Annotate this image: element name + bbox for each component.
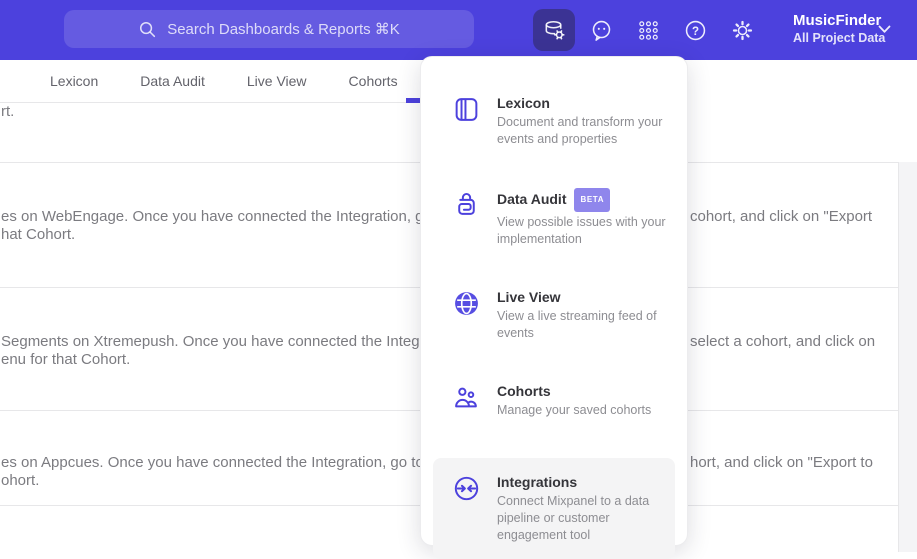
data-management-dropdown-menu: Lexicon Document and transform your even…	[420, 56, 688, 559]
feedback-smiley-icon	[592, 20, 610, 41]
globe-icon	[453, 288, 481, 342]
menu-item-lexicon[interactable]: Lexicon Document and transform your even…	[433, 79, 675, 163]
project-name: MusicFinder	[793, 12, 882, 29]
feedback-button[interactable]	[580, 9, 622, 51]
menu-item-data-audit[interactable]: Data Audit BETA View possible issues with…	[433, 173, 675, 263]
settings-gear-icon	[732, 20, 752, 40]
menu-item-title: Lexicon	[497, 95, 550, 111]
tab-live-view[interactable]: Live View	[247, 73, 307, 89]
menu-item-title: Cohorts	[497, 383, 551, 399]
menu-item-integrations[interactable]: Integrations Connect Mixpanel to a data …	[433, 458, 675, 559]
svg-text:?: ?	[691, 25, 698, 37]
menu-item-description: View a live streaming feed of events	[497, 309, 657, 340]
menu-item-live-view[interactable]: Live View View a live streaming feed of …	[433, 273, 675, 357]
apps-grid-icon	[638, 20, 658, 40]
menu-item-description: Manage your saved cohorts	[497, 403, 652, 417]
project-switcher[interactable]: MusicFinder All Project Data	[793, 11, 885, 47]
tab-lexicon[interactable]: Lexicon	[50, 73, 98, 89]
row-text-xtremepush-line2: enu for that Cohort.	[1, 351, 131, 368]
row-text-webengage-line2: hat Cohort.	[1, 226, 76, 243]
top-navigation-bar: Search Dashboards & Reports ⌘K ? MusicFi…	[0, 0, 917, 60]
data-management-icon	[545, 20, 565, 39]
tab-data-audit[interactable]: Data Audit	[140, 73, 205, 89]
data-management-button[interactable]	[533, 9, 575, 51]
search-placeholder: Search Dashboards & Reports ⌘K	[167, 21, 400, 38]
menu-item-description: View possible issues with your implement…	[497, 215, 666, 246]
page-right-gutter	[898, 162, 917, 552]
menu-item-description: Document and transform your events and p…	[497, 115, 663, 146]
menu-item-title: Live View	[497, 289, 561, 305]
menu-item-cohorts[interactable]: Cohorts Manage your saved cohorts	[433, 367, 675, 434]
truncated-row-text: rt.	[1, 103, 15, 120]
row-text-appcues-line2: ohort.	[1, 472, 40, 489]
project-subtitle: All Project Data	[793, 31, 886, 45]
sync-arrows-icon	[453, 473, 481, 544]
row-text-xtremepush-line1-left: Segments on Xtremepush. Once you have co…	[1, 333, 462, 350]
menu-item-description: Connect Mixpanel to a data pipeline or c…	[497, 494, 650, 542]
beta-badge: BETA	[574, 188, 611, 212]
book-icon	[453, 94, 481, 148]
tab-cohorts[interactable]: Cohorts	[349, 73, 398, 89]
menu-item-title: Data Audit BETA	[497, 188, 669, 212]
help-icon: ?	[685, 20, 705, 40]
row-text-appcues-line1-right: hort, and click on "Export to	[690, 454, 873, 471]
sub-nav-tabbar: Lexicon Data Audit Live View Cohorts	[0, 60, 420, 103]
row-text-xtremepush-line1-right: select a cohort, and click on	[690, 333, 876, 350]
settings-button[interactable]	[721, 9, 763, 51]
audit-lock-icon	[453, 188, 481, 248]
row-text-webengage-line1-left: es on WebEngage. Once you have connected…	[1, 208, 474, 225]
row-text-webengage-line1-right: cohort, and click on "Export	[690, 208, 873, 225]
chevron-down-icon[interactable]	[878, 25, 891, 34]
row-text-appcues-line1-left: es on Appcues. Once you have connected t…	[1, 454, 466, 471]
apps-grid-button[interactable]	[627, 9, 669, 51]
people-icon	[453, 382, 481, 419]
search-input[interactable]: Search Dashboards & Reports ⌘K	[64, 10, 474, 48]
menu-item-title: Integrations	[497, 474, 578, 490]
search-icon	[140, 21, 156, 37]
menu-item-title-text: Data Audit	[497, 191, 567, 207]
help-button[interactable]: ?	[674, 9, 716, 51]
